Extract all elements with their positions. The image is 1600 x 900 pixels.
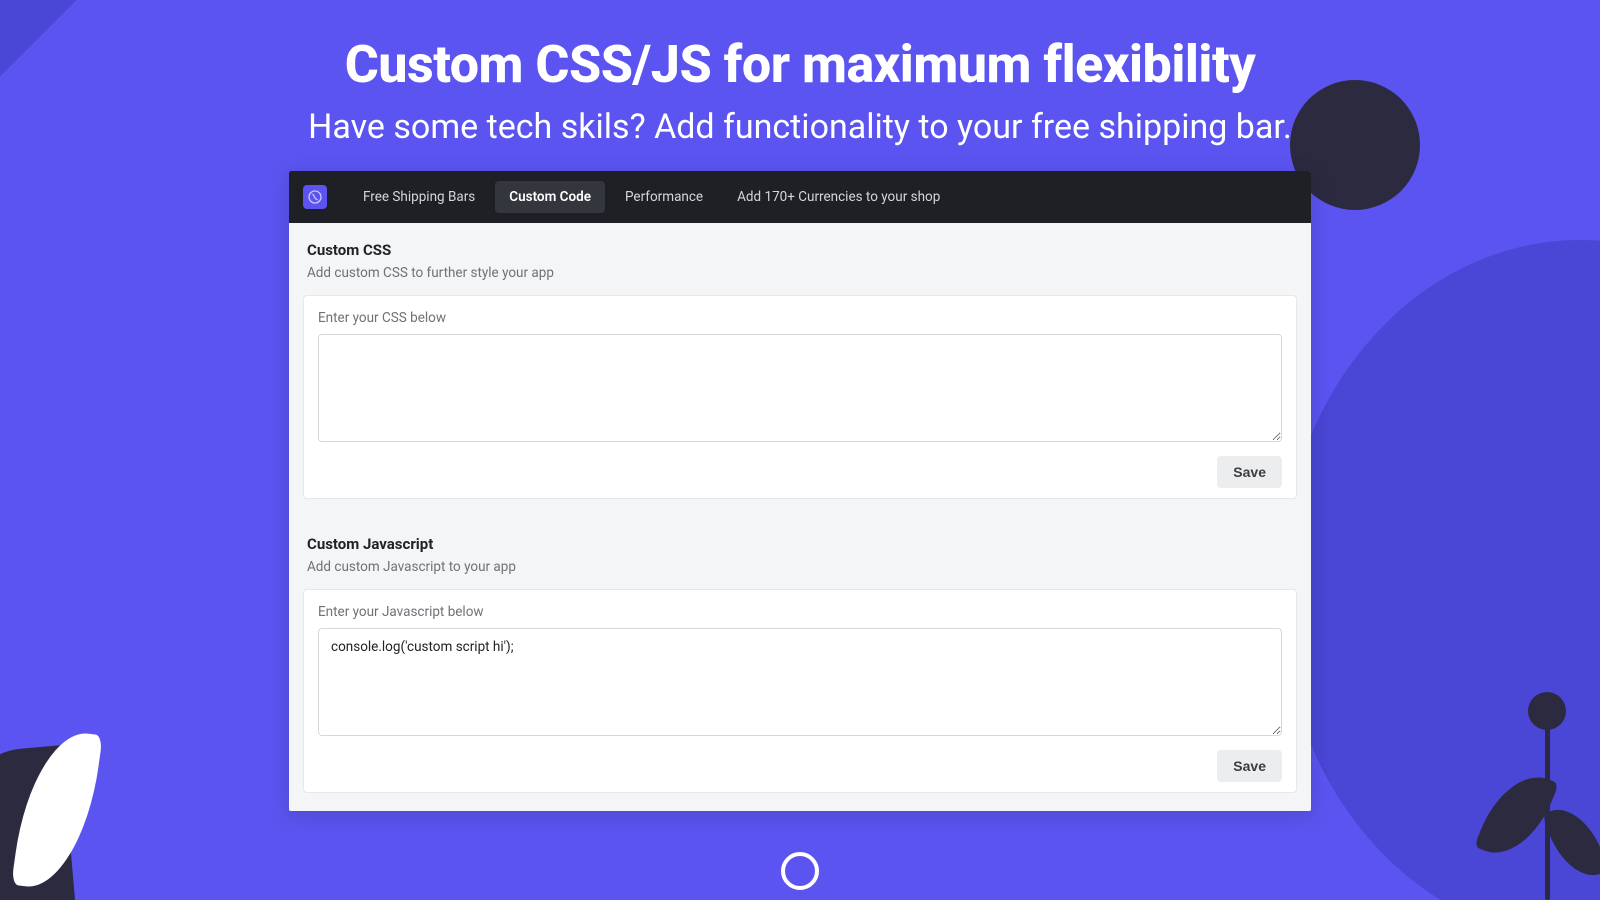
section-desc-js: Add custom Javascript to your app — [307, 559, 1293, 575]
field-label-css: Enter your CSS below — [318, 310, 1282, 326]
card-css: Enter your CSS below Save — [303, 295, 1297, 499]
card-js: Enter your Javascript below Save — [303, 589, 1297, 793]
field-label-js: Enter your Javascript below — [318, 604, 1282, 620]
css-textarea[interactable] — [318, 334, 1282, 442]
bg-ring-icon — [781, 852, 819, 890]
app-window: Free Shipping Bars Custom Code Performan… — [289, 171, 1311, 811]
js-textarea[interactable] — [318, 628, 1282, 736]
nav-tab-performance[interactable]: Performance — [611, 181, 717, 213]
nav-tab-shipping-bars[interactable]: Free Shipping Bars — [349, 181, 489, 213]
section-header-css: Custom CSS Add custom CSS to further sty… — [289, 223, 1311, 285]
navbar: Free Shipping Bars Custom Code Performan… — [289, 171, 1311, 223]
section-title-css: Custom CSS — [307, 241, 1293, 259]
section-header-js: Custom Javascript Add custom Javascript … — [289, 517, 1311, 579]
hero-headline: Custom CSS/JS for maximum flexibility — [0, 0, 1600, 95]
section-title-js: Custom Javascript — [307, 535, 1293, 553]
hero-subhead: Have some tech skils? Add functionality … — [0, 107, 1600, 147]
save-js-button[interactable]: Save — [1217, 750, 1282, 782]
nav-tab-custom-code[interactable]: Custom Code — [495, 181, 605, 213]
save-css-button[interactable]: Save — [1217, 456, 1282, 488]
app-logo-icon — [303, 185, 327, 209]
nav-tab-currencies[interactable]: Add 170+ Currencies to your shop — [723, 181, 954, 213]
bg-plant-bottom-right — [1410, 680, 1590, 900]
section-desc-css: Add custom CSS to further style your app — [307, 265, 1293, 281]
